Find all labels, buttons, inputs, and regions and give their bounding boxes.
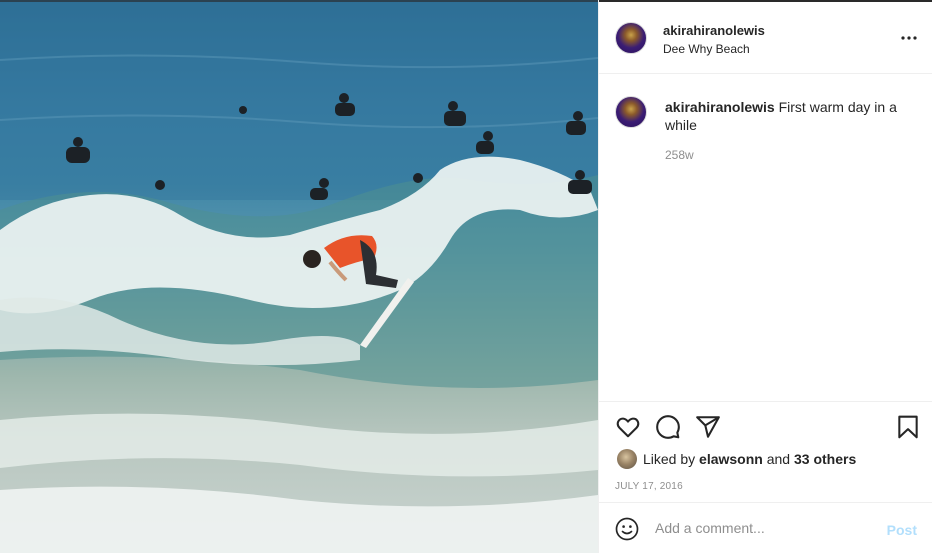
share-icon[interactable] — [695, 414, 721, 440]
post-header: akirahiranolewis Dee Why Beach — [599, 2, 932, 74]
heart-icon[interactable] — [615, 414, 641, 440]
post-comment-button[interactable]: Post — [887, 522, 917, 538]
caption-author-username[interactable]: akirahiranolewis — [665, 99, 775, 115]
liked-by-user[interactable]: elawsonn — [699, 451, 763, 467]
bookmark-icon[interactable] — [895, 414, 921, 440]
post-details-panel: akirahiranolewis Dee Why Beach akirahira… — [598, 0, 932, 553]
post-location[interactable]: Dee Why Beach — [663, 42, 750, 56]
likes-row: Liked by elawsonn and 33 others — [617, 448, 856, 470]
liked-by-others[interactable]: 33 others — [794, 451, 856, 467]
post-caption: akirahiranolewis First warm day in a whi… — [665, 98, 905, 134]
caption-author-avatar[interactable] — [615, 96, 647, 128]
comment-input[interactable] — [655, 517, 875, 539]
post-time-ago[interactable]: 258w — [665, 148, 694, 162]
likes-text: Liked by elawsonn and 33 others — [643, 451, 856, 467]
add-comment-section: Post — [599, 502, 932, 553]
more-options-icon — [901, 36, 917, 40]
author-username[interactable]: akirahiranolewis — [663, 23, 765, 38]
post-actions-section: Liked by elawsonn and 33 others JULY 17,… — [599, 401, 932, 501]
emoji-icon[interactable] — [615, 517, 639, 541]
author-avatar[interactable] — [615, 22, 647, 54]
post-date[interactable]: JULY 17, 2016 — [615, 481, 683, 492]
liked-by-prefix: Liked by — [643, 451, 696, 467]
surf-photo-illustration — [0, 0, 598, 553]
liker-avatar[interactable] — [617, 449, 637, 469]
liked-by-and: and — [766, 451, 791, 467]
more-options-button[interactable] — [899, 28, 919, 48]
post-photo[interactable] — [0, 0, 598, 553]
comment-icon[interactable] — [655, 414, 681, 440]
